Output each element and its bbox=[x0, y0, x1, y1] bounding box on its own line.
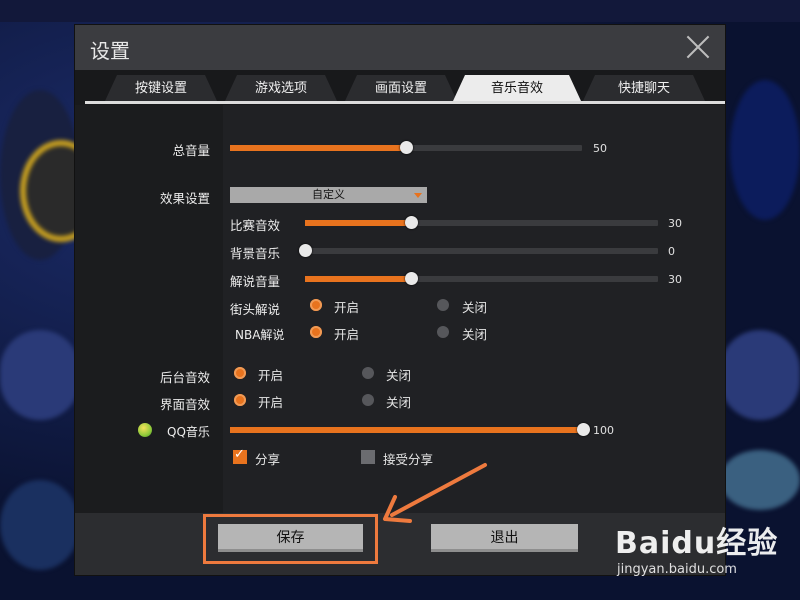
share-checkbox[interactable] bbox=[233, 447, 247, 464]
slider-fill bbox=[230, 427, 583, 433]
master-volume-value: 50 bbox=[593, 142, 607, 155]
background-sfx-off-radio[interactable] bbox=[362, 367, 374, 379]
share-label: 分享 bbox=[255, 452, 281, 467]
qq-music-value: 100 bbox=[593, 424, 614, 437]
slider-thumb[interactable] bbox=[299, 244, 312, 257]
slider-fill bbox=[230, 145, 406, 151]
background-sfx-on-label: 开启 bbox=[258, 368, 284, 383]
slider-thumb[interactable] bbox=[404, 216, 418, 229]
background-emblem-right bbox=[720, 330, 800, 420]
dialog-title: 设置 bbox=[90, 39, 130, 63]
background-emblem-left bbox=[0, 330, 80, 420]
background-chat-right bbox=[720, 450, 800, 510]
background-chat-left bbox=[0, 480, 80, 570]
tab-key-settings[interactable]: 按键设置 bbox=[105, 75, 217, 101]
street-commentary-label: 街头解说 bbox=[230, 302, 281, 317]
background-sfx-off-label: 关闭 bbox=[386, 368, 412, 383]
ui-sfx-on-label: 开启 bbox=[258, 395, 284, 410]
nba-commentary-on-label: 开启 bbox=[334, 327, 360, 342]
background-panel-right bbox=[730, 80, 800, 220]
qq-music-slider[interactable] bbox=[230, 423, 590, 436]
close-icon[interactable] bbox=[685, 34, 711, 60]
tab-graphics[interactable]: 画面设置 bbox=[345, 75, 457, 101]
match-sfx-label: 比赛音效 bbox=[230, 218, 281, 233]
bgm-label: 背景音乐 bbox=[230, 246, 281, 261]
nba-commentary-on-radio[interactable] bbox=[310, 326, 322, 338]
nba-commentary-off-radio[interactable] bbox=[437, 326, 449, 338]
tab-underline bbox=[85, 101, 725, 104]
exit-button[interactable]: 退出 bbox=[431, 524, 578, 552]
label-column bbox=[75, 105, 223, 513]
slider-fill bbox=[305, 220, 411, 226]
dialog-titlebar: 设置 bbox=[75, 25, 725, 70]
slider-thumb[interactable] bbox=[577, 423, 590, 436]
qq-music-label: QQ音乐 bbox=[167, 425, 210, 439]
master-volume-slider[interactable] bbox=[230, 141, 582, 154]
bgm-slider[interactable] bbox=[299, 244, 658, 257]
slider-thumb[interactable] bbox=[404, 272, 418, 285]
watermark-url: jingyan.baidu.com bbox=[617, 562, 737, 577]
commentary-volume-value: 30 bbox=[668, 273, 682, 286]
match-sfx-slider[interactable] bbox=[305, 216, 658, 229]
commentary-volume-slider[interactable] bbox=[305, 272, 658, 285]
qq-music-icon bbox=[138, 423, 152, 437]
effects-settings-label: 效果设置 bbox=[159, 191, 210, 206]
master-volume-label: 总音量 bbox=[172, 143, 210, 158]
background-top-bar bbox=[0, 0, 800, 22]
chevron-down-icon bbox=[414, 193, 422, 198]
background-sfx-on-radio[interactable] bbox=[234, 367, 246, 379]
save-highlight-box bbox=[203, 514, 378, 564]
tab-music-sfx[interactable]: 音乐音效 bbox=[453, 75, 581, 101]
tab-quick-chat[interactable]: 快捷聊天 bbox=[583, 75, 705, 101]
match-sfx-value: 30 bbox=[668, 217, 682, 230]
accept-share-label: 接受分享 bbox=[383, 452, 434, 467]
street-commentary-off-label: 关闭 bbox=[462, 300, 488, 315]
ui-sfx-off-label: 关闭 bbox=[386, 395, 412, 410]
baidu-watermark: Baidu经验 jingyan.baidu.com bbox=[615, 518, 795, 588]
street-commentary-on-radio[interactable] bbox=[310, 299, 322, 311]
nba-commentary-off-label: 关闭 bbox=[462, 327, 488, 342]
effects-preset-dropdown[interactable]: 自定义 bbox=[230, 187, 427, 203]
accept-share-checkbox[interactable] bbox=[361, 450, 375, 464]
tab-game-options[interactable]: 游戏选项 bbox=[225, 75, 337, 101]
street-commentary-on-label: 开启 bbox=[334, 300, 360, 315]
ui-sfx-label: 界面音效 bbox=[159, 397, 210, 412]
settings-dialog: 设置 按键设置 游戏选项 画面设置 音乐音效 快捷聊天 总音量 50 效果设置 … bbox=[75, 25, 725, 575]
effects-preset-value: 自定义 bbox=[312, 188, 345, 201]
commentary-volume-label: 解说音量 bbox=[230, 274, 281, 289]
slider-thumb[interactable] bbox=[400, 141, 413, 154]
watermark-brand: Baidu经验 bbox=[615, 526, 779, 561]
bgm-value: 0 bbox=[668, 245, 675, 258]
background-sfx-label: 后台音效 bbox=[159, 370, 210, 385]
ui-sfx-on-radio[interactable] bbox=[234, 394, 246, 406]
street-commentary-off-radio[interactable] bbox=[437, 299, 449, 311]
slider-fill bbox=[305, 276, 411, 282]
nba-commentary-label: NBA解说 bbox=[235, 328, 285, 342]
ui-sfx-off-radio[interactable] bbox=[362, 394, 374, 406]
